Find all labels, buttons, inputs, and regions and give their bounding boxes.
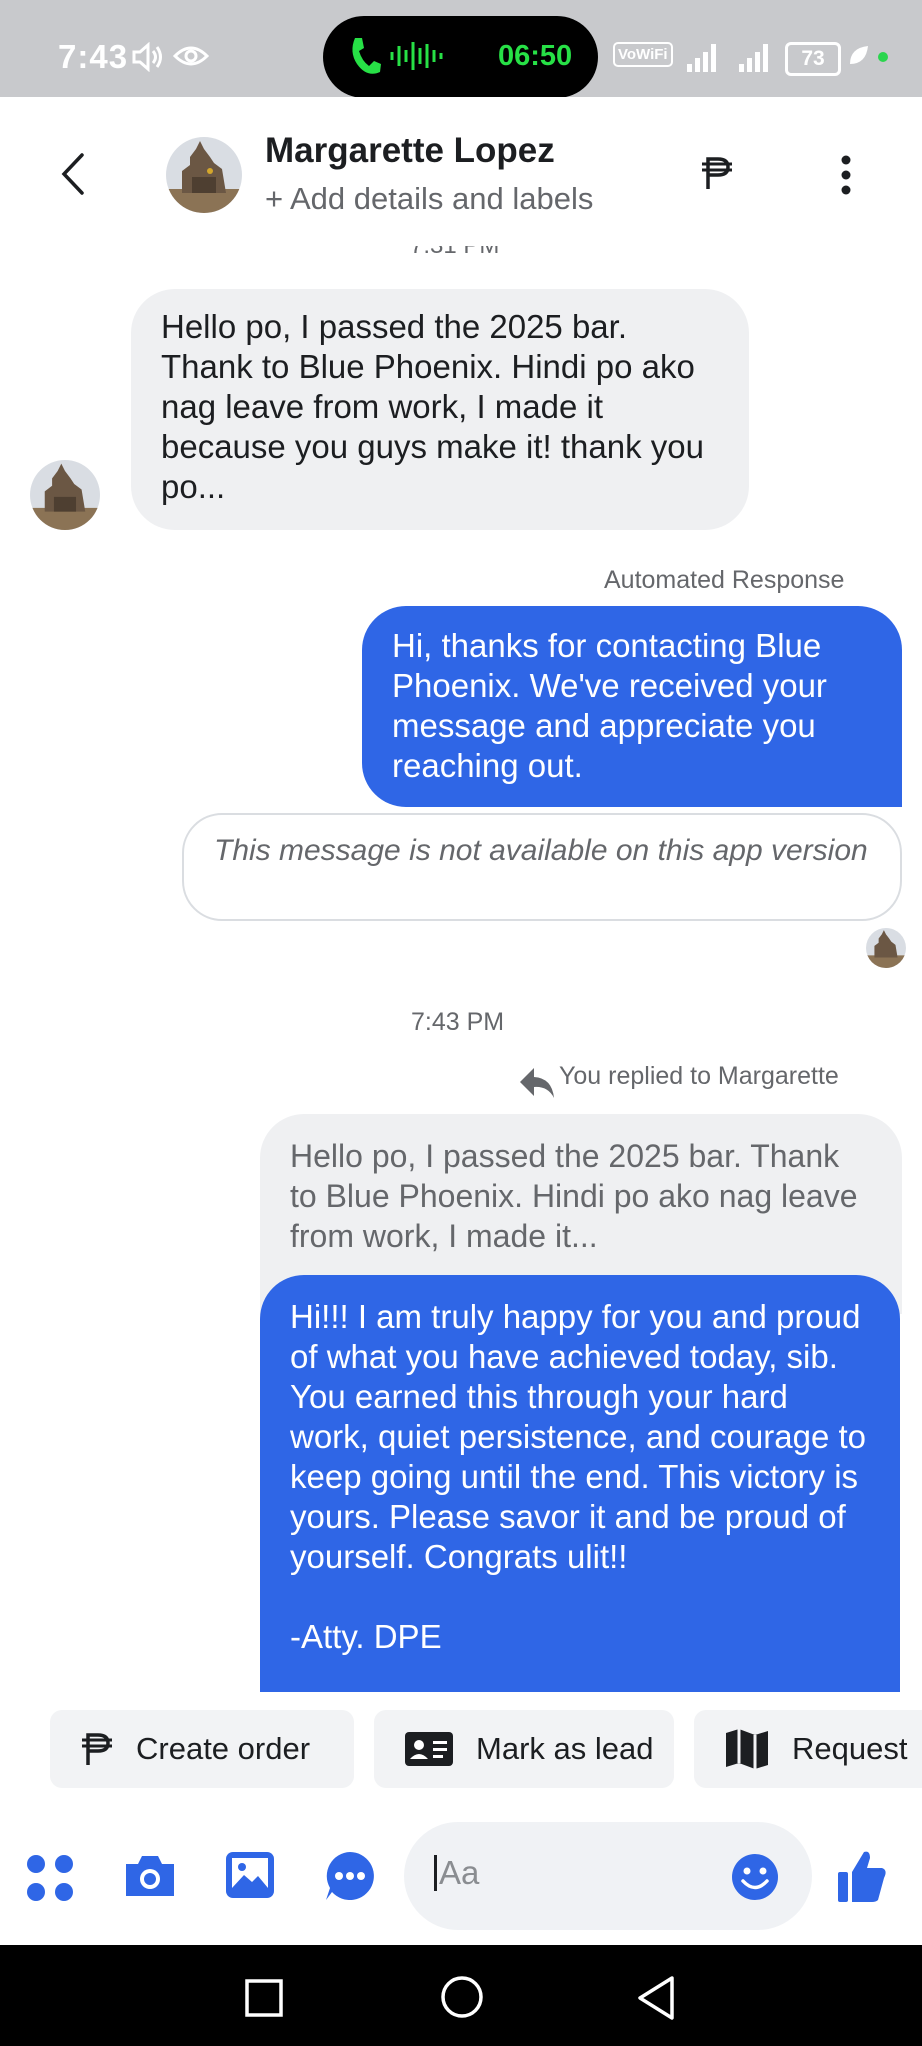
automated-response-text: Hi, thanks for contacting Blue Phoenix. …: [392, 627, 827, 784]
temple-photo-icon: [30, 460, 100, 530]
timestamp-text: 7:31 PM: [410, 246, 499, 260]
incoming-message[interactable]: Hello po, I passed the 2025 bar. Thank t…: [131, 289, 749, 530]
wifi-calling-icon: VoWiFi: [613, 42, 673, 67]
message-input-placeholder: Aa: [434, 1855, 479, 1891]
contact-avatar[interactable]: [166, 137, 242, 213]
home-icon[interactable]: [440, 1975, 484, 2019]
volume-icon: [132, 42, 162, 72]
signal-icon: [687, 44, 716, 72]
battery-icon: 73: [785, 42, 841, 76]
unavailable-message-notice: This message is not available on this ap…: [182, 813, 902, 921]
incoming-message-text: Hello po, I passed the 2025 bar. Thank t…: [161, 308, 704, 505]
contact-card-icon: [405, 1732, 453, 1766]
gallery-icon[interactable]: [224, 1850, 276, 1900]
back-arrow-icon[interactable]: [54, 149, 94, 199]
call-timer: 06:50: [498, 40, 573, 72]
message-composer: Aa: [0, 1800, 922, 1945]
replied-label: You replied to Margarette: [559, 1062, 839, 1090]
create-order-label: Create order: [136, 1731, 311, 1766]
ongoing-call-pill[interactable]: 06:50: [323, 16, 598, 98]
automated-response-bubble[interactable]: Hi, thanks for contacting Blue Phoenix. …: [362, 606, 902, 807]
contact-name[interactable]: Margarette Lopez: [265, 131, 555, 171]
system-nav-bar: [0, 1945, 922, 2046]
status-time: 7:43: [58, 38, 129, 75]
mark-as-lead-button[interactable]: Mark as lead: [374, 1710, 674, 1788]
like-thumb-icon[interactable]: [836, 1848, 888, 1904]
quoted-message-text: Hello po, I passed the 2025 bar. Thank t…: [290, 1138, 858, 1254]
leaf-icon: [850, 46, 868, 64]
add-details-link[interactable]: + Add details and labels: [265, 181, 593, 217]
recents-icon[interactable]: [244, 1978, 284, 2018]
conversation-header: Margarette Lopez + Add details and label…: [0, 97, 922, 247]
reply-arrow-icon: [520, 1068, 554, 1098]
status-bar: 7:43 06:50 VoWiFi 73: [0, 0, 922, 98]
request-label: Request: [792, 1731, 908, 1766]
sender-avatar[interactable]: [30, 460, 100, 530]
apps-icon[interactable]: [26, 1854, 74, 1902]
phone-icon: [352, 38, 381, 74]
request-button[interactable]: Request: [694, 1710, 922, 1788]
peso-icon[interactable]: [700, 155, 734, 191]
outgoing-reply-text: Hi!!! I am truly happy for you and proud…: [290, 1298, 867, 1655]
peso-icon: [82, 1733, 112, 1765]
unavailable-notice-text: This message is not available on this ap…: [214, 834, 868, 867]
automated-response-label: Automated Response: [604, 566, 845, 594]
emoji-icon[interactable]: [730, 1852, 780, 1902]
outgoing-reply-bubble[interactable]: Hi!!! I am truly happy for you and proud…: [260, 1275, 900, 1695]
read-receipt-avatar: [866, 928, 906, 968]
timestamp-top: 7:31 PM: [410, 246, 499, 260]
quick-actions-bar: Create order Mark as lead Request: [0, 1692, 922, 1800]
camera-icon[interactable]: [122, 1852, 178, 1900]
time-divider: 7:43 PM: [411, 1008, 505, 1036]
back-icon[interactable]: [636, 1975, 676, 2021]
saved-replies-icon[interactable]: [324, 1850, 376, 1902]
signal-icon-2: [739, 44, 768, 72]
eye-icon: [173, 46, 209, 66]
more-options-icon[interactable]: [836, 155, 856, 195]
voice-wave-icon: [390, 42, 443, 70]
map-icon: [726, 1729, 768, 1769]
privacy-indicator: [878, 52, 888, 62]
temple-photo-icon: [866, 928, 906, 968]
mark-as-lead-label: Mark as lead: [476, 1731, 654, 1766]
create-order-button[interactable]: Create order: [50, 1710, 354, 1788]
message-input[interactable]: Aa: [404, 1822, 812, 1930]
temple-photo-icon: [166, 137, 242, 213]
